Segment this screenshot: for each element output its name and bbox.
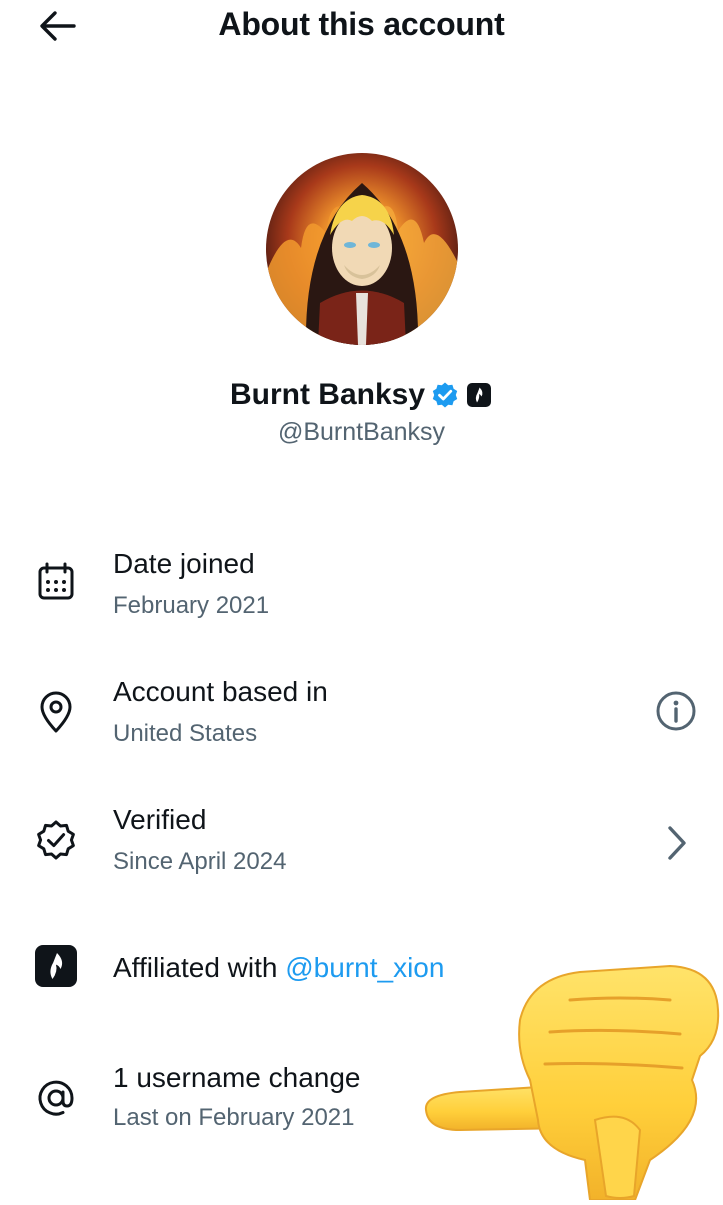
- row-subtitle: Since April 2024: [113, 848, 287, 875]
- avatar[interactable]: [266, 153, 458, 345]
- row-subtitle: February 2021: [113, 592, 270, 619]
- row-subtitle: Last on February 2021: [113, 1104, 355, 1131]
- row-title: Verified: [113, 804, 207, 835]
- affiliate-badge-icon[interactable]: [465, 381, 493, 409]
- calendar-icon: [34, 560, 78, 604]
- row-account-based-in: Account based in United States: [0, 670, 723, 760]
- affiliated-prefix: Affiliated with: [113, 952, 286, 983]
- top-bar: About this account: [0, 0, 723, 56]
- info-button[interactable]: [653, 688, 699, 734]
- at-sign-icon: [34, 1076, 78, 1120]
- verified-badge-outline-icon: [34, 818, 78, 862]
- row-subtitle: United States: [113, 720, 258, 747]
- row-title: Account based in: [113, 676, 328, 707]
- avatar-illustration: [266, 183, 458, 345]
- row-title: Date joined: [113, 548, 255, 579]
- affiliate-logo-icon[interactable]: [34, 944, 78, 988]
- display-name: Burnt Banksy: [229, 378, 426, 411]
- affiliated-text: Affiliated with @burnt_xion: [113, 952, 444, 984]
- verified-badge-icon[interactable]: [431, 381, 459, 409]
- row-title: 1 username change: [113, 1062, 361, 1093]
- row-verified[interactable]: Verified Since April 2024: [0, 798, 723, 888]
- thumbs-down-hand-emoji: [420, 960, 723, 1201]
- info-icon: [656, 691, 696, 731]
- page-title: About this account: [218, 6, 505, 42]
- username-handle: @BurntBanksy: [277, 418, 446, 446]
- display-name-row: Burnt Banksy: [0, 378, 723, 412]
- chevron-right-icon[interactable]: [653, 820, 699, 866]
- location-pin-icon: [34, 690, 78, 734]
- row-date-joined: Date joined February 2021: [0, 540, 723, 630]
